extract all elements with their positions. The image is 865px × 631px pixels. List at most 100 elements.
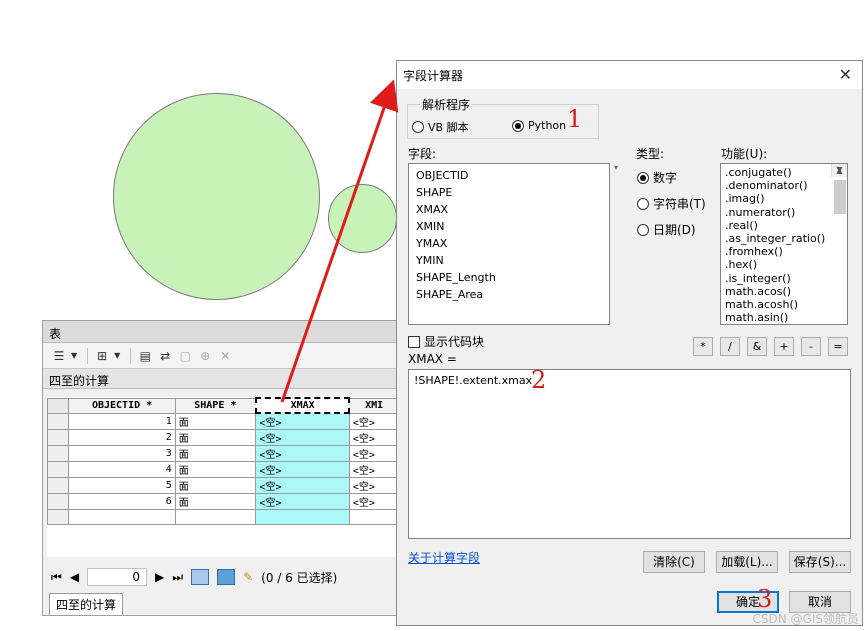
delete-selected-icon[interactable]: ✕ xyxy=(217,348,233,364)
radio-type-string-dot[interactable] xyxy=(637,197,649,210)
field-item[interactable]: SHAPE_Length xyxy=(416,269,602,286)
field-item[interactable]: XMAX xyxy=(416,201,602,218)
radio-vbscript[interactable]: VB 脚本 xyxy=(412,119,469,135)
row-selector[interactable] xyxy=(47,493,70,510)
function-item[interactable]: .hex() xyxy=(725,258,843,271)
cell-xmax: <空> xyxy=(255,429,350,446)
radio-type-number-dot[interactable] xyxy=(637,171,649,184)
function-item[interactable]: math.acos() xyxy=(725,285,843,298)
table-row-empty[interactable] xyxy=(47,509,399,525)
radio-type-string[interactable]: 字符串(T) xyxy=(637,195,706,212)
toolbar-separator xyxy=(130,347,132,364)
row-selector[interactable] xyxy=(47,477,70,494)
fields-sort-icon[interactable]: ▾ xyxy=(614,163,618,172)
select-by-attributes-icon[interactable]: ▤ xyxy=(137,348,153,364)
related-tables-icon[interactable]: ⊞ xyxy=(94,348,110,364)
row-selector[interactable] xyxy=(47,461,70,478)
operator-ampersand-button[interactable]: & xyxy=(747,337,767,356)
column-header-xmax[interactable]: XMAX xyxy=(254,397,351,414)
previous-record-icon[interactable]: ◀ xyxy=(70,570,79,584)
scroll-thumb[interactable] xyxy=(834,180,846,214)
clear-selection-icon[interactable]: ▢ xyxy=(177,348,193,364)
operator-divide-button[interactable]: / xyxy=(720,337,740,356)
field-item[interactable]: XMIN xyxy=(416,218,602,235)
operator-multiply-button[interactable]: * xyxy=(693,337,713,356)
show-selected-records-button[interactable] xyxy=(217,569,236,585)
radio-python[interactable]: Python xyxy=(512,119,566,132)
layer-name-bar: 四至的计算 xyxy=(43,369,397,389)
radio-type-date[interactable]: 日期(D) xyxy=(637,221,696,238)
show-all-records-button[interactable] xyxy=(191,569,210,585)
last-record-icon[interactable]: ⏭ xyxy=(172,570,183,585)
cell-shape: 面 xyxy=(174,493,257,510)
row-selector[interactable] xyxy=(47,509,70,525)
table-options-icon[interactable]: ☰ xyxy=(51,348,67,364)
checkbox-box[interactable] xyxy=(408,335,420,348)
cell-shape: 面 xyxy=(174,429,257,446)
column-header-objectid[interactable]: OBJECTID * xyxy=(68,397,176,414)
function-item[interactable]: .fromhex() xyxy=(725,245,843,258)
table-row[interactable]: 6 面 <空> <空> xyxy=(47,493,399,510)
function-item[interactable]: math.acosh() xyxy=(725,298,843,311)
first-record-icon[interactable]: ⏮ xyxy=(51,570,62,585)
table-options-dropdown-icon[interactable]: ▼ xyxy=(71,351,77,360)
clear-button[interactable]: 清除(C) xyxy=(643,551,705,573)
expression-textarea[interactable]: !SHAPE!.extent.xmax xyxy=(408,369,851,539)
functions-listbox[interactable]: .conjugate() .denominator() .imag() .num… xyxy=(720,163,848,325)
dialog-title: 字段计算器 xyxy=(403,69,464,83)
switch-selection-icon[interactable]: ⇄ xyxy=(157,348,173,364)
table-row[interactable]: 2 面 <空> <空> xyxy=(47,429,399,446)
radio-python-dot[interactable] xyxy=(512,119,524,132)
fields-listbox[interactable]: OBJECTID SHAPE XMAX XMIN YMAX YMIN SHAPE… xyxy=(408,163,610,325)
row-selector[interactable] xyxy=(47,429,70,446)
function-item[interactable]: .real() xyxy=(725,219,843,232)
save-button[interactable]: 保存(S)... xyxy=(789,551,851,573)
table-row[interactable]: 3 面 <空> <空> xyxy=(47,445,399,462)
cell-xmax: <空> xyxy=(255,412,350,430)
field-item[interactable]: OBJECTID xyxy=(416,167,602,184)
radio-type-number[interactable]: 数字 xyxy=(637,169,677,186)
field-item[interactable]: SHAPE xyxy=(416,184,602,201)
function-item[interactable]: .imag() xyxy=(725,192,843,205)
table-row[interactable]: 1 面 <空> <空> xyxy=(47,412,399,430)
close-icon[interactable]: ✕ xyxy=(839,65,852,84)
related-tables-dropdown-icon[interactable]: ▼ xyxy=(114,351,120,360)
field-item[interactable]: YMIN xyxy=(416,252,602,269)
radio-type-date-dot[interactable] xyxy=(637,223,649,236)
function-item[interactable]: .denominator() xyxy=(725,179,843,192)
column-header-shape[interactable]: SHAPE * xyxy=(174,397,257,414)
function-item[interactable]: .as_integer_ratio() xyxy=(725,232,843,245)
field-item[interactable]: SHAPE_Area xyxy=(416,286,602,303)
attribute-grid[interactable]: OBJECTID * SHAPE * XMAX XMI 1 面 <空> <空> … xyxy=(47,397,399,557)
row-selector[interactable] xyxy=(47,445,70,462)
radio-vbscript-dot[interactable] xyxy=(412,121,424,133)
column-header-xmin[interactable]: XMI xyxy=(348,397,399,414)
cell-xmax: <空> xyxy=(255,461,350,478)
row-selector-header[interactable] xyxy=(47,397,70,414)
function-item[interactable]: .numerator() xyxy=(725,206,843,219)
table-row[interactable]: 4 面 <空> <空> xyxy=(47,461,399,478)
field-item[interactable]: YMAX xyxy=(416,235,602,252)
operator-plus-button[interactable]: + xyxy=(774,337,794,356)
functions-scrollbar[interactable]: ▲ ▼ xyxy=(831,164,847,214)
operator-equals-button[interactable]: = xyxy=(828,337,848,356)
zoom-to-selected-icon[interactable]: ⊕ xyxy=(197,348,213,364)
attribute-table: OBJECTID * SHAPE * XMAX XMI 1 面 <空> <空> … xyxy=(47,397,399,525)
row-selector[interactable] xyxy=(47,412,70,430)
function-item[interactable]: .conjugate() xyxy=(725,166,843,179)
radio-vbscript-label: VB 脚本 xyxy=(428,121,469,134)
table-row[interactable]: 5 面 <空> <空> xyxy=(47,477,399,494)
next-record-icon[interactable]: ▶ xyxy=(155,570,164,584)
operator-minus-button[interactable]: - xyxy=(801,337,821,356)
cell-xmin: <空> xyxy=(348,461,399,478)
cell-objectid: 1 xyxy=(68,412,176,430)
about-calculating-fields-link[interactable]: 关于计算字段 xyxy=(408,549,480,566)
cell-xmin: <空> xyxy=(348,445,399,462)
scroll-down-icon[interactable]: ▼ xyxy=(832,164,847,177)
function-item[interactable]: .is_integer() xyxy=(725,272,843,285)
record-number-field[interactable]: 0 xyxy=(87,568,148,586)
table-tab[interactable]: 四至的计算 xyxy=(49,593,124,615)
function-item[interactable]: math.asin() xyxy=(725,311,843,324)
show-codeblock-checkbox[interactable]: 显示代码块 xyxy=(408,333,484,350)
load-button[interactable]: 加载(L)... xyxy=(716,551,778,573)
